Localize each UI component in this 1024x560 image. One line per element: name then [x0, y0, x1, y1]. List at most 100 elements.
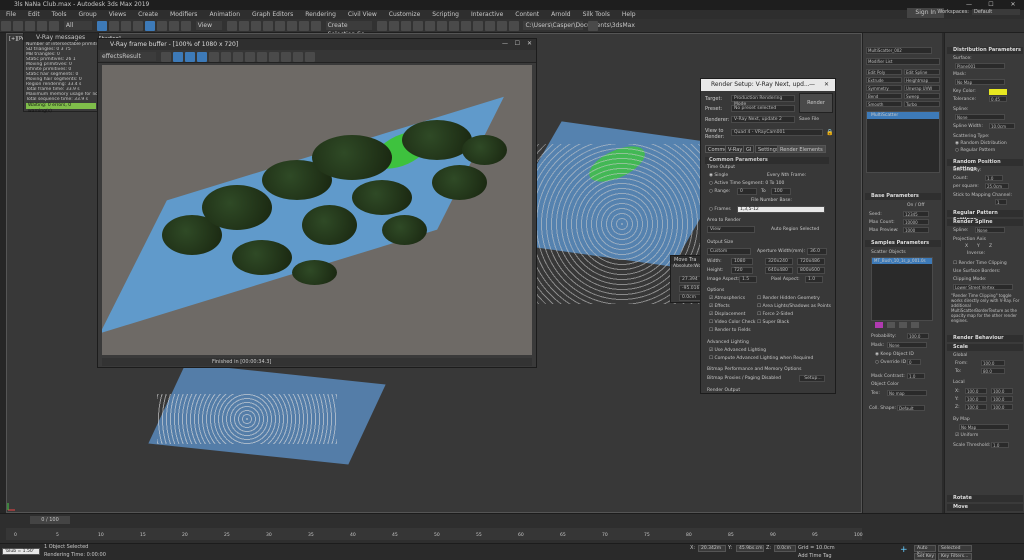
spinner-snap-icon[interactable]	[298, 21, 309, 31]
scatter-objects-list[interactable]: MT_Bush_10_1s_p_001.0s	[871, 257, 933, 321]
reference-coord-dropdown[interactable]: View	[195, 21, 222, 30]
max-preview-field[interactable]: 1000	[903, 227, 929, 233]
menu-item[interactable]: Graph Editors	[246, 11, 299, 18]
y-coord-field[interactable]: 45.9bs.cm	[736, 545, 764, 552]
scale-icon[interactable]	[168, 21, 179, 31]
res-preset-button[interactable]: 320x240	[765, 258, 793, 265]
rotate-header[interactable]: Rotate	[947, 495, 1023, 502]
move-icon[interactable]	[144, 21, 155, 31]
axis-y-radio[interactable]: Y	[977, 244, 980, 249]
inverse-checkbox[interactable]: Inverse:	[967, 251, 985, 256]
mask-button[interactable]: No Map	[955, 79, 1005, 85]
distribution-header[interactable]: Distribution Parameters	[947, 47, 1023, 54]
super-black-checkbox[interactable]: ☐ Super Black	[757, 320, 789, 325]
frames-field[interactable]: 1,3,5-12	[737, 206, 825, 213]
local-max-field[interactable]: 100.0	[991, 388, 1013, 394]
menu-item[interactable]: Tools	[46, 11, 73, 18]
object-name-field[interactable]: MultiScatter_002	[866, 47, 932, 54]
auto-key-button[interactable]: Auto Key	[914, 545, 936, 557]
rendered-frame-window-icon[interactable]	[472, 21, 483, 31]
render-spline-header[interactable]: Render Spline	[947, 219, 1023, 226]
save-file-checkbox[interactable]: Save File	[799, 117, 819, 122]
menu-item[interactable]: Rendering	[299, 11, 342, 18]
tab-render-elements[interactable]: Render Elements	[777, 145, 826, 153]
tex-button[interactable]: No map	[887, 390, 927, 396]
scale-threshold-field[interactable]: 1.0	[991, 442, 1009, 448]
view-to-render-dropdown[interactable]: Quad 4 - VRayCam001	[731, 129, 823, 136]
set-key-icon[interactable]: +	[900, 545, 912, 555]
target-dropdown[interactable]: Production Rendering Mode	[731, 95, 795, 107]
render-spline-button[interactable]: None	[975, 227, 1005, 233]
place-icon[interactable]	[180, 21, 191, 31]
set-key-button[interactable]: Set Key	[914, 553, 936, 560]
modifier-button[interactable]: Sweep	[904, 93, 940, 99]
res-preset-button[interactable]: 800x600	[797, 267, 825, 274]
selected-dropdown[interactable]: Selected	[938, 545, 972, 552]
atmospherics-checkbox[interactable]: ☑ Atmospherics	[709, 296, 745, 301]
menu-item[interactable]: Content	[509, 11, 545, 18]
workspaces-dropdown[interactable]: Default	[972, 9, 1020, 15]
menu-item[interactable]: Interactive	[465, 11, 509, 18]
menu-item[interactable]: Customize	[383, 11, 427, 18]
green-channel-icon[interactable]	[184, 52, 195, 62]
range-to-field[interactable]: 100	[771, 188, 791, 195]
menu-item[interactable]: Animation	[203, 11, 246, 18]
single-radio[interactable]: ◉ Single	[709, 173, 728, 178]
close-icon[interactable]: ✕	[527, 40, 532, 47]
scatter-object-item[interactable]: MT_Bush_10_1s_p_001.0s	[872, 258, 932, 264]
menu-item[interactable]: Edit	[22, 11, 46, 18]
scale-header[interactable]: Scale	[947, 344, 1023, 351]
menu-item[interactable]: Scripting	[426, 11, 465, 18]
probability-field[interactable]: 100.0	[907, 333, 929, 339]
lock-icon[interactable]: 🔒	[826, 129, 833, 136]
curve-editor-icon[interactable]	[424, 21, 435, 31]
undo-icon[interactable]	[1, 21, 11, 31]
modifier-button[interactable]: Edit Poly	[866, 69, 902, 75]
base-parameters-header[interactable]: Base Parameters	[865, 193, 941, 200]
modifier-button[interactable]: Edit Spline	[904, 69, 940, 75]
minimize-icon[interactable]: —	[809, 81, 815, 88]
rotate-icon[interactable]	[156, 21, 167, 31]
keep-id-radio[interactable]: ◉ Keep Object ID	[875, 352, 914, 357]
override-id-radio[interactable]: ○ Override ID	[875, 360, 906, 365]
region-icon[interactable]	[256, 52, 267, 62]
surface-button[interactable]: Plane001	[955, 63, 1005, 69]
snap-icon[interactable]	[262, 21, 273, 31]
x-coord-field[interactable]: 20.342m	[698, 545, 726, 552]
render-behaviour-header[interactable]: Render Behaviour	[947, 335, 1023, 342]
coll-shape-dropdown[interactable]: Default	[897, 405, 925, 411]
link-icon[interactable]	[25, 21, 35, 31]
displacement-checkbox[interactable]: ☑ Displacement	[709, 312, 745, 317]
red-channel-icon[interactable]	[172, 52, 183, 62]
rect-select-icon[interactable]	[120, 21, 131, 31]
random-position-header[interactable]: Random Position Settings	[947, 159, 1023, 172]
select-by-name-icon[interactable]	[108, 21, 119, 31]
pivot-icon[interactable]	[226, 21, 237, 31]
render-time-clipping-checkbox[interactable]: ☐ Render Time Clipping	[953, 261, 1007, 266]
common-parameters-header[interactable]: Common Parameters	[705, 157, 829, 164]
save-icon[interactable]	[232, 52, 243, 62]
preset-dropdown[interactable]: No preset selected	[731, 105, 795, 112]
local-min-field[interactable]: 100.0	[965, 388, 987, 394]
local-max-field[interactable]: 100.0	[991, 404, 1013, 410]
stop-icon[interactable]	[280, 52, 291, 62]
mirror-icon[interactable]	[376, 21, 387, 31]
stack-item[interactable]: MultiScatter	[867, 112, 939, 119]
frames-radio[interactable]: ○ Frames	[709, 207, 731, 212]
count-field[interactable]: 1.0	[985, 175, 1003, 181]
selection-filter-dropdown[interactable]: All	[63, 21, 92, 30]
menu-item[interactable]: Modifiers	[164, 11, 203, 18]
local-min-field[interactable]: 100.0	[965, 396, 987, 402]
lens-effects-icon[interactable]	[292, 52, 303, 62]
effects-checkbox[interactable]: ☑ Effects	[709, 304, 730, 309]
blue-channel-icon[interactable]	[196, 52, 207, 62]
area-lights-checkbox[interactable]: ☐ Area Lights/Shadows as Points	[757, 304, 831, 309]
remove-icon[interactable]	[899, 322, 907, 328]
modifier-button[interactable]: Turbo	[904, 101, 940, 107]
mask-button[interactable]: None	[887, 342, 927, 348]
modifier-stack[interactable]: MultiScatter	[866, 111, 940, 173]
modifier-button[interactable]: Smooth	[866, 101, 902, 107]
use-surface-borders-checkbox[interactable]: Use Surface Borders:	[953, 269, 1000, 274]
keyboard-shortcut-icon[interactable]	[250, 21, 261, 31]
channel-dropdown[interactable]: effectsResult	[100, 52, 156, 61]
